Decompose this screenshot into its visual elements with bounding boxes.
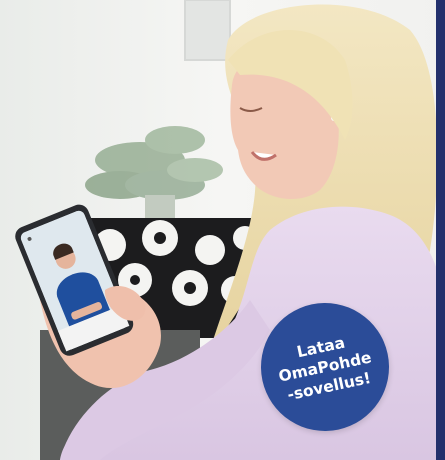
right-edge-strip <box>436 0 445 460</box>
advert-photo: Lataa OmaPohde -sovellus! <box>0 0 445 460</box>
wall-frame <box>184 0 231 61</box>
